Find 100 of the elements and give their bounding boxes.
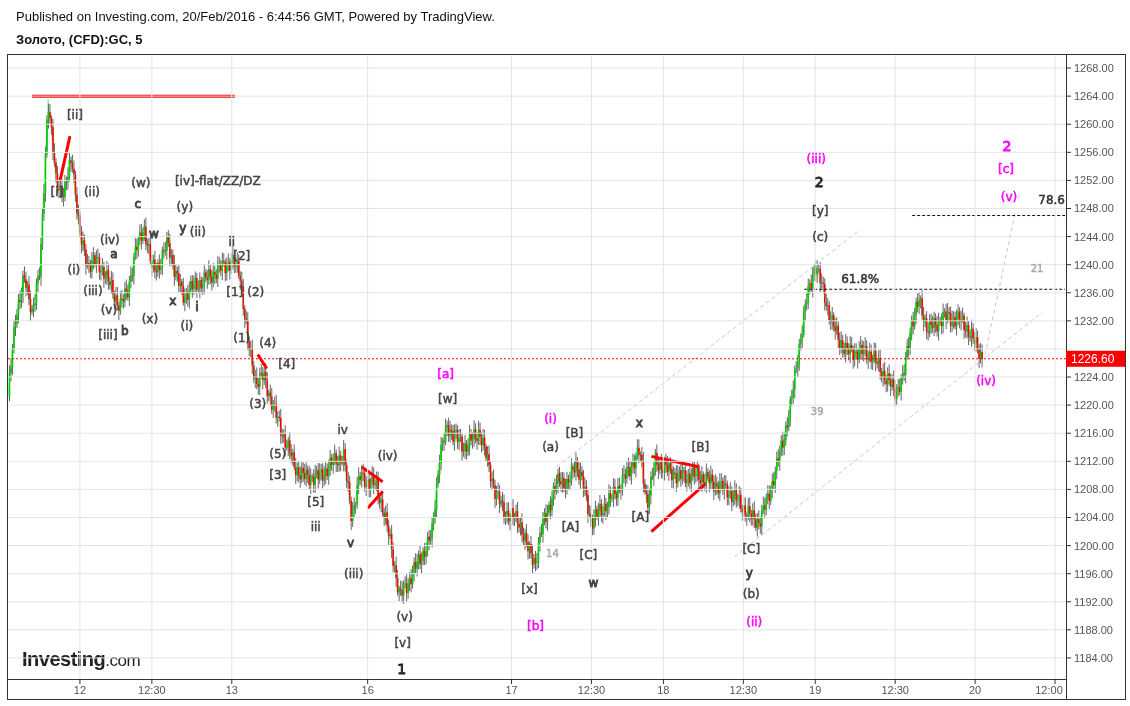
trend-line <box>366 490 384 510</box>
wave-label: [A] <box>561 519 580 534</box>
count-label: 21 <box>1030 263 1044 275</box>
wave-label: (iv) <box>976 374 996 389</box>
y-tick-label: 1184.00 <box>1074 651 1113 664</box>
wave-label: [C] <box>742 542 761 557</box>
wave-label: (y) <box>176 200 194 215</box>
wave-label: (ii) <box>746 615 763 630</box>
wave-label: [3] <box>269 468 287 483</box>
wave-label: 2 <box>814 173 824 190</box>
x-tick-label: 17 <box>505 684 518 696</box>
y-tick-label: 1232.00 <box>1074 314 1114 327</box>
x-tick-label: 16 <box>361 684 374 696</box>
wave-label: [v] <box>394 636 411 651</box>
y-tick-label: 1196.00 <box>1074 567 1113 580</box>
price-badge: 1226.60 <box>1066 350 1125 367</box>
wave-label: (v) <box>100 303 118 318</box>
count-label: 39 <box>810 406 824 418</box>
y-tick-label: 1208.00 <box>1074 483 1114 496</box>
wave-label: (ii) <box>189 225 206 240</box>
wave-label: c <box>134 197 142 212</box>
wave-label: (5) <box>269 446 287 461</box>
y-tick-label: 1212.00 <box>1074 455 1114 468</box>
y-tick-label: 1240.00 <box>1074 258 1114 271</box>
wave-label: y <box>745 565 753 580</box>
wave-label: (4) <box>259 335 277 350</box>
wave-label: (w) <box>131 176 151 191</box>
wave-label: (a) <box>542 440 559 455</box>
count-label: 14 <box>546 547 559 559</box>
wave-label: [a] <box>437 366 454 381</box>
x-tick-label: 19 <box>809 684 822 696</box>
wave-label: x <box>169 294 177 309</box>
wave-label: [y] <box>812 203 829 218</box>
wave-label: i <box>195 299 199 314</box>
wave-label: x <box>635 416 643 431</box>
wave-label: (iv) <box>377 449 398 464</box>
y-tick-label: 1244.00 <box>1074 230 1114 243</box>
wave-label: (v) <box>396 609 413 624</box>
wave-label: (3) <box>249 396 267 411</box>
wave-label: [w] <box>438 391 458 406</box>
wave-label: (x) <box>141 311 159 326</box>
trend-line <box>651 454 700 469</box>
wave-label: [x] <box>521 582 538 597</box>
y-tick-label: 1188.00 <box>1074 623 1113 636</box>
wave-label: 1 <box>397 660 407 677</box>
wave-label: [ii] <box>66 108 83 123</box>
wave-label: (iv) <box>100 233 120 248</box>
x-tick-label: 20 <box>968 684 982 696</box>
wave-label: [b] <box>527 618 544 633</box>
x-tick-label: 12 <box>73 684 87 696</box>
trend-line <box>58 135 72 182</box>
wave-label: 61.8% <box>841 272 880 287</box>
wave-label: 2 <box>1002 138 1012 155</box>
trend-line <box>360 465 384 483</box>
x-tick-label: 12:30 <box>881 684 909 696</box>
wave-label: [C] <box>579 547 598 562</box>
wave-label: ii <box>228 234 236 249</box>
y-tick-label: 1220.00 <box>1074 399 1114 412</box>
wave-label: [1] <box>226 285 244 300</box>
wave-label: (iii) <box>344 566 364 581</box>
y-tick-label: 1236.00 <box>1074 286 1114 299</box>
trend-line <box>256 353 269 370</box>
wave-label: iv <box>337 422 348 437</box>
y-tick-label: 1224.00 <box>1074 371 1114 384</box>
wave-label: 78.6 <box>1038 193 1065 208</box>
publish-note: Published on Investing.com, 20/Feb/2016 - 6:44:56 GMT, Powered by TradingView. <box>16 9 496 24</box>
wave-label: [iii] <box>98 327 118 342</box>
y-tick-label: 1256.00 <box>1074 146 1114 159</box>
wave-label: y <box>179 221 187 236</box>
wave-label: [B] <box>565 426 584 441</box>
wave-label: (i) <box>67 262 81 277</box>
wave-label: iii <box>310 519 321 534</box>
wave-label: (b) <box>742 587 760 602</box>
wave-label: [iv]-flat/ZZ/DZ <box>174 174 261 189</box>
wave-label: (i) <box>180 319 194 334</box>
y-tick-label: 1200.00 <box>1074 539 1114 552</box>
investing-logo: Investing.com <box>22 648 141 671</box>
wave-label: (i) <box>544 412 557 427</box>
wave-label: w <box>148 227 159 242</box>
x-tick-label: 18 <box>657 684 670 696</box>
x-tick-label: 12:30 <box>729 684 758 696</box>
chart-title: Золото, (CFD):GC, 5 <box>16 32 144 47</box>
wave-label: b <box>121 323 129 338</box>
wave-label: (iii) <box>806 152 826 167</box>
wave-label: [A] <box>631 510 650 525</box>
wave-label: [c] <box>998 162 1015 177</box>
x-tick-label: 12:00 <box>1035 684 1063 696</box>
trend-line <box>650 482 707 533</box>
y-tick-label: 1260.00 <box>1074 118 1114 131</box>
y-tick-label: 1264.00 <box>1074 90 1114 103</box>
wave-label: v <box>347 535 355 550</box>
wave-label: a <box>110 247 118 262</box>
y-tick-label: 1204.00 <box>1074 511 1114 524</box>
wave-label: (c) <box>812 230 829 245</box>
wave-label: [B] <box>691 440 710 455</box>
wave-label: w <box>588 575 599 590</box>
x-tick-label: 13 <box>225 684 238 696</box>
wave-label: (2) <box>247 285 265 300</box>
wave-label: (iii) <box>83 284 103 299</box>
y-tick-label: 1268.00 <box>1074 62 1114 75</box>
